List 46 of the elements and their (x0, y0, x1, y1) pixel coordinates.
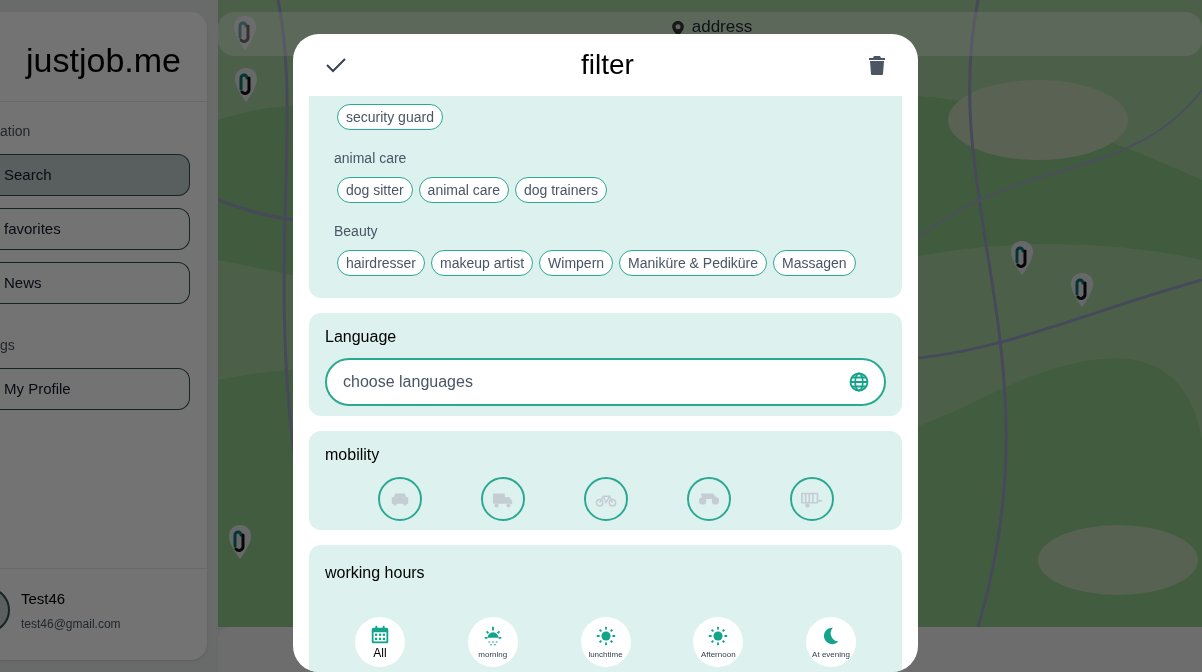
location-pin-icon (671, 20, 684, 36)
mobility-option[interactable] (377, 477, 422, 521)
nav-item[interactable]: My Profile (0, 368, 190, 410)
job-tag[interactable]: security guard (337, 104, 443, 130)
section-heading: Language (325, 327, 398, 347)
sun-icon (594, 624, 617, 647)
job-tag[interactable]: Maniküre & Pediküre (619, 250, 768, 276)
user-name: Test46 (21, 589, 67, 610)
app-logo: justjob.me (26, 40, 181, 81)
address-placeholder: address (691, 16, 753, 39)
time-option[interactable]: lunchtime (580, 617, 631, 667)
map-marker-icon[interactable] (1069, 272, 1095, 308)
globe-icon (849, 372, 869, 392)
group-heading: animal care (334, 149, 408, 168)
check-icon[interactable] (326, 57, 346, 73)
section-heading: gs (0, 336, 16, 355)
job-tag[interactable]: animal care (418, 177, 509, 203)
group-heading: Beauty (334, 222, 379, 241)
mobility-option[interactable] (480, 477, 525, 521)
map-marker-icon[interactable] (233, 67, 259, 103)
mobility-option[interactable] (789, 477, 834, 521)
section-heading: working hours (325, 563, 426, 583)
trash-icon[interactable] (869, 55, 885, 75)
sun-icon (707, 624, 730, 647)
time-option[interactable]: Afternoon (693, 617, 744, 667)
job-tag[interactable]: Massagen (773, 250, 856, 276)
job-tag[interactable]: makeup artist (431, 250, 534, 276)
section-heading: ation (0, 122, 32, 141)
job-tag[interactable]: dog sitter (337, 177, 413, 203)
user-email: test46@gmail.com (21, 615, 121, 633)
mobility-option[interactable] (583, 477, 628, 521)
map-marker-icon[interactable] (1009, 240, 1035, 276)
map-marker-icon[interactable] (227, 524, 253, 560)
job-tag[interactable]: Wimpern (539, 250, 614, 276)
job-tag[interactable]: dog trainers (514, 177, 607, 203)
language-field[interactable]: choose languages (325, 358, 886, 406)
time-option[interactable]: morning (467, 617, 518, 667)
job-tag[interactable]: hairdresser (337, 250, 426, 276)
calendar-icon (369, 624, 391, 646)
nav-item[interactable]: News (0, 262, 190, 304)
time-option[interactable]: All (355, 617, 405, 667)
map-marker-icon[interactable] (232, 15, 258, 51)
time-option[interactable]: At evening (806, 617, 856, 667)
nav-item[interactable]: favorites (0, 208, 190, 250)
section-heading: mobility (325, 445, 381, 465)
mobility-option[interactable] (686, 477, 731, 521)
